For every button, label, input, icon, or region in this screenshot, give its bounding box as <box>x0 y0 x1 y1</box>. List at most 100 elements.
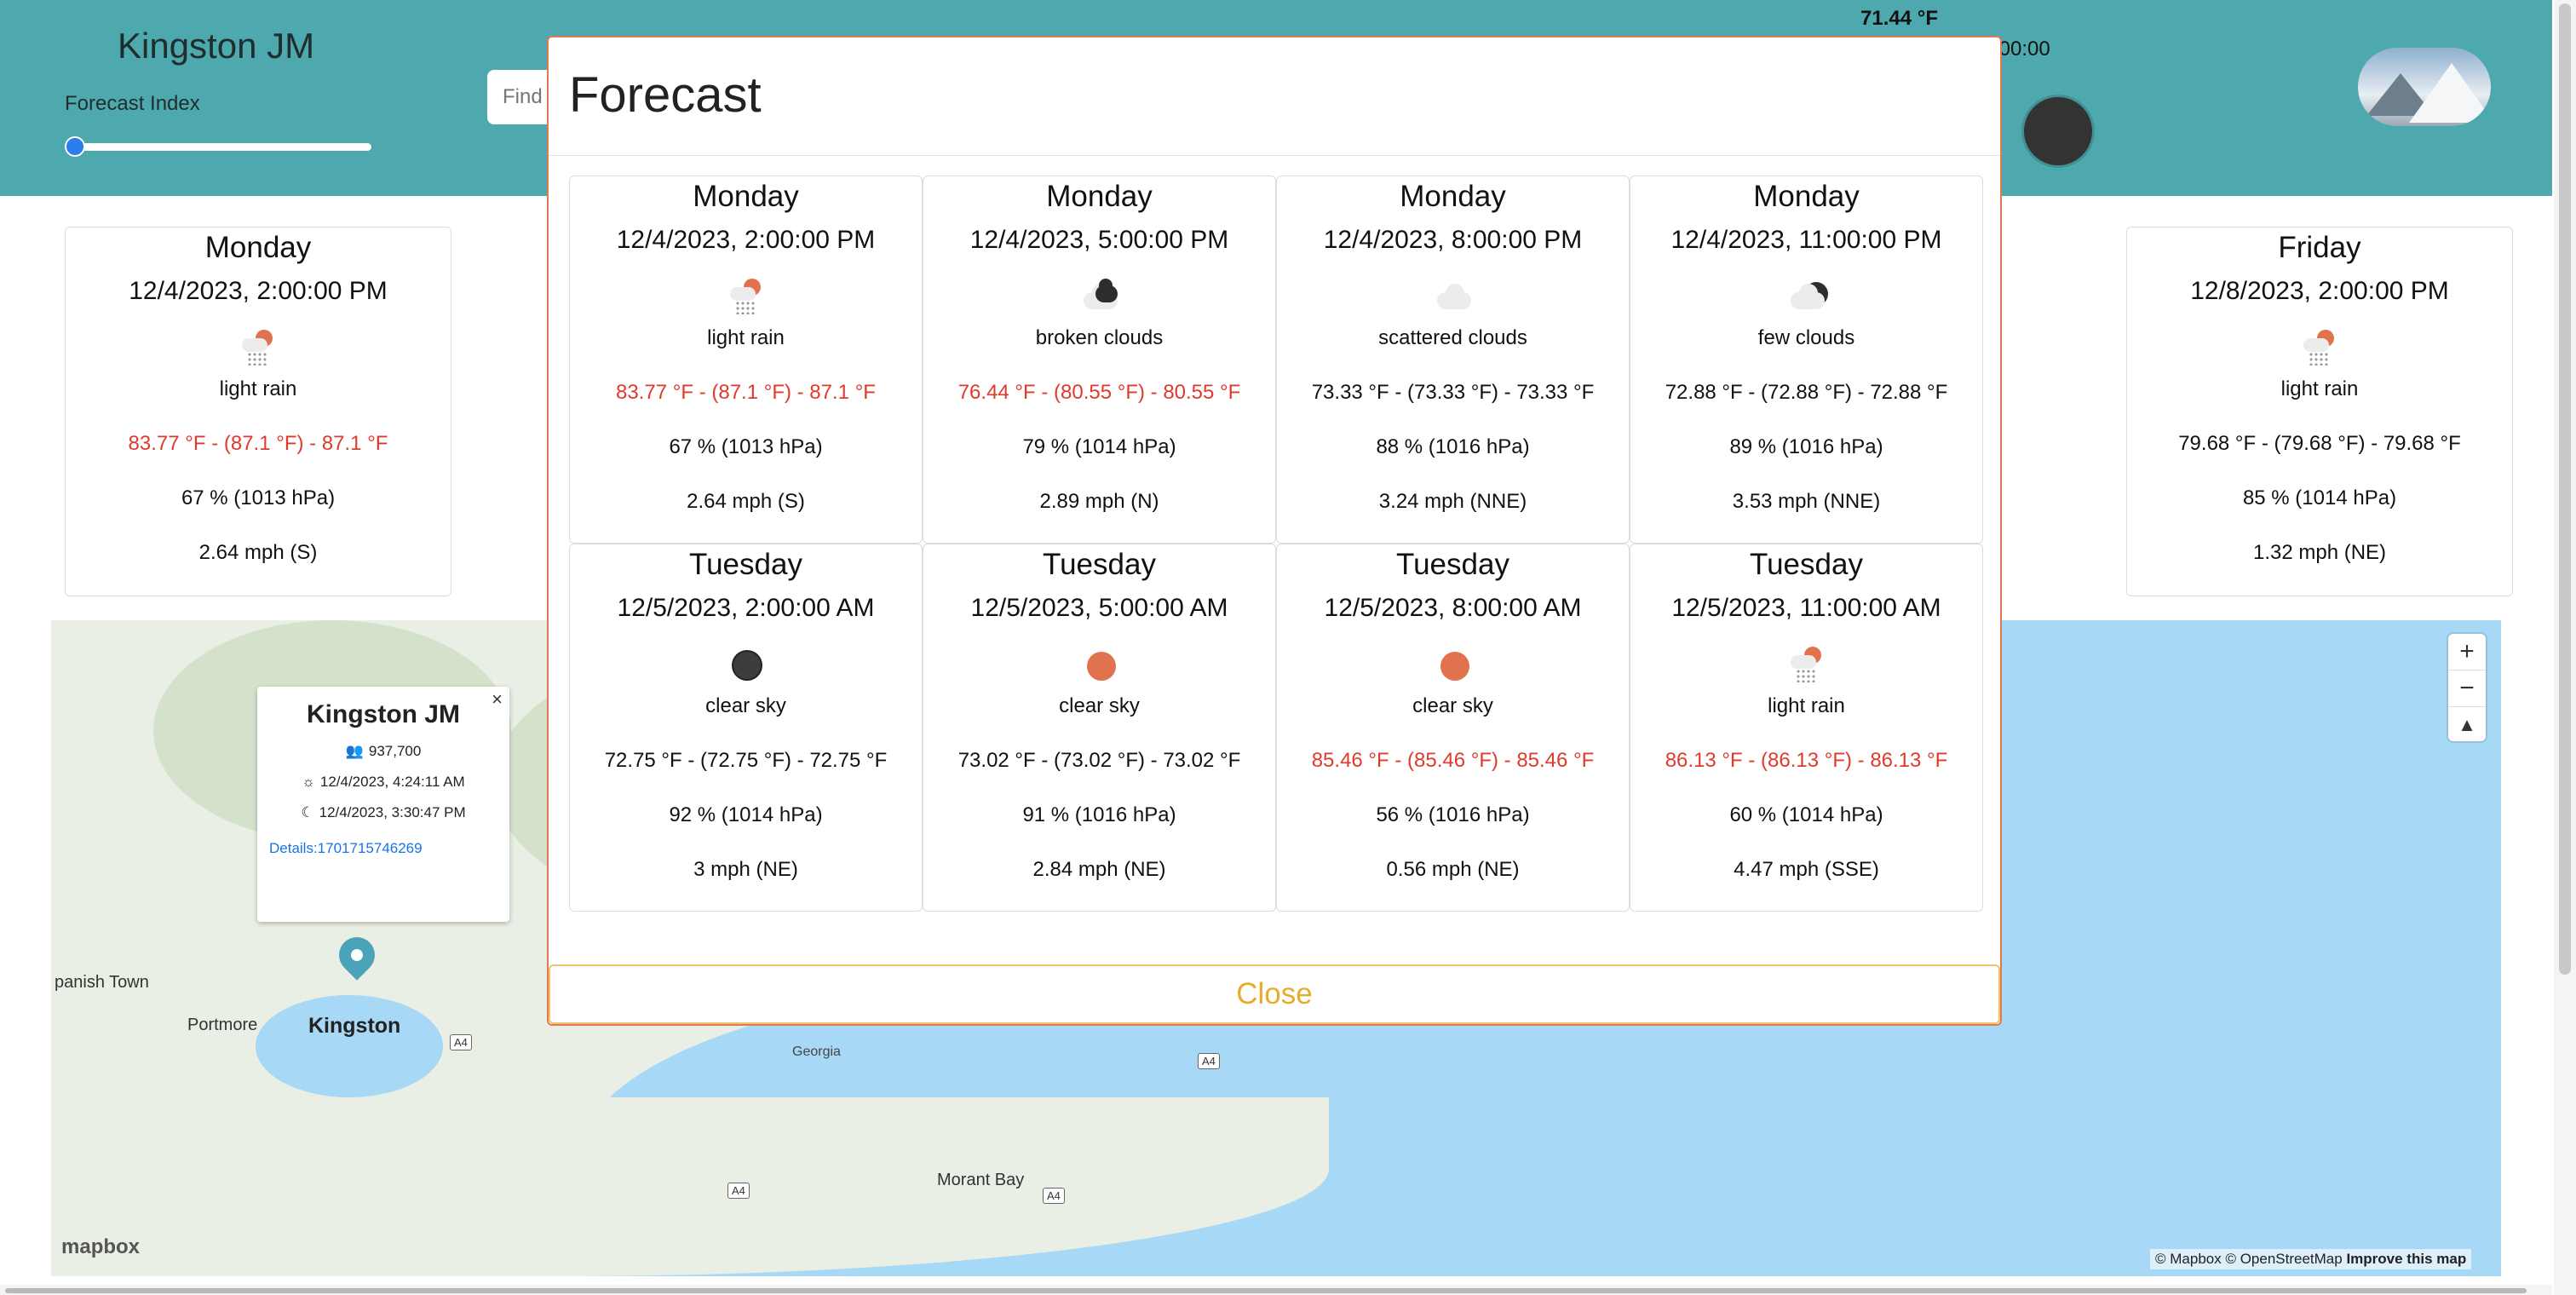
compass-button[interactable]: ▲ <box>2448 707 2486 743</box>
map-label-morant-bay: Morant Bay <box>937 1171 1025 1189</box>
light-rain-icon <box>723 273 769 319</box>
city-popup: × Kingston JM 👥 937,700 ☼ 12/4/2023, 4:2… <box>257 687 509 922</box>
forecast-description: light rain <box>1768 694 1845 717</box>
forecast-card: Tuesday 12/5/2023, 5:00:00 AM clear sky … <box>923 544 1276 912</box>
forecast-index-slider[interactable] <box>68 143 371 151</box>
forecast-humidity: 79 % (1014 hPa) <box>1022 435 1176 458</box>
forecast-wind: 2.64 mph (S) <box>198 541 318 564</box>
forecast-datetime: 12/5/2023, 11:00:00 AM <box>1671 594 1941 622</box>
forecast-description: clear sky <box>1059 694 1140 717</box>
forecast-temperature: 72.88 °F - (72.88 °F) - 72.88 °F <box>1665 381 1948 404</box>
forecast-description: light rain <box>2280 377 2359 400</box>
slider-thumb[interactable] <box>65 136 85 157</box>
sunrise-value: 12/4/2023, 4:24:11 AM <box>319 774 465 790</box>
map-label-kingston: Kingston <box>308 1014 401 1038</box>
forecast-description: few clouds <box>1757 326 1855 349</box>
forecast-modal: Forecast Monday 12/4/2023, 2:00:00 PM li… <box>547 36 2002 1026</box>
forecast-day: Tuesday <box>689 548 802 581</box>
forecast-wind: 3 mph (NE) <box>693 858 798 881</box>
forecast-card: Monday 12/4/2023, 2:00:00 PM light rain … <box>569 176 923 544</box>
sun-icon: ☼ <box>302 774 315 790</box>
forecast-humidity: 60 % (1014 hPa) <box>1729 803 1883 826</box>
forecast-temperature: 72.75 °F - (72.75 °F) - 72.75 °F <box>604 749 888 772</box>
road-badge: A4 <box>1198 1053 1220 1069</box>
few-clouds-icon <box>1784 273 1830 319</box>
forecast-temperature: 73.33 °F - (73.33 °F) - 73.33 °F <box>1311 381 1595 404</box>
forecast-description: clear sky <box>705 694 786 717</box>
people-icon: 👥 <box>345 743 364 759</box>
forecast-humidity: 67 % (1013 hPa) <box>181 486 336 509</box>
kingston-harbour <box>256 995 443 1097</box>
forecast-day: Monday <box>693 180 799 213</box>
forecast-temperature: 73.02 °F - (73.02 °F) - 73.02 °F <box>957 749 1241 772</box>
forecast-wind: 2.64 mph (S) <box>687 490 805 513</box>
forecast-temperature: 85.46 °F - (85.46 °F) - 85.46 °F <box>1311 749 1595 772</box>
forecast-wind: 4.47 mph (SSE) <box>1734 858 1879 881</box>
forecast-humidity: 92 % (1014 hPa) <box>669 803 823 826</box>
map-label-spanish-town: panish Town <box>55 973 149 992</box>
forecast-humidity: 56 % (1016 hPa) <box>1376 803 1530 826</box>
improve-map-link[interactable]: Improve this map <box>2346 1251 2466 1267</box>
forecast-day: Monday <box>204 231 312 264</box>
horizontal-scroll-thumb[interactable] <box>5 1288 2527 1293</box>
popup-title: Kingston JM <box>307 700 460 728</box>
forecast-description: light rain <box>219 377 297 400</box>
city-title: Kingston JM <box>118 26 315 66</box>
forecast-temperature: 76.44 °F - (80.55 °F) - 80.55 °F <box>957 381 1241 404</box>
attribution-text[interactable]: © Mapbox © OpenStreetMap <box>2155 1251 2343 1267</box>
forecast-card: Monday 12/4/2023, 5:00:00 PM broken clou… <box>923 176 1276 544</box>
current-time: :00:00 <box>1993 37 2050 60</box>
forecast-card: Monday 12/4/2023, 2:00:00 PM light rain … <box>65 227 451 596</box>
forecast-card: Monday 12/4/2023, 8:00:00 PM scattered c… <box>1276 176 1630 544</box>
forecast-datetime: 12/5/2023, 8:00:00 AM <box>1324 594 1582 622</box>
forecast-humidity: 91 % (1016 hPa) <box>1022 803 1176 826</box>
broken-clouds-icon <box>1077 273 1123 319</box>
forecast-description: broken clouds <box>1035 326 1164 349</box>
forecast-humidity: 89 % (1016 hPa) <box>1729 435 1883 458</box>
forecast-card: Tuesday 12/5/2023, 11:00:00 AM light rai… <box>1630 544 1983 912</box>
forecast-datetime: 12/5/2023, 2:00:00 AM <box>617 594 875 622</box>
forecast-humidity: 88 % (1016 hPa) <box>1376 435 1530 458</box>
clear-day-icon <box>1430 642 1476 688</box>
forecast-datetime: 12/4/2023, 11:00:00 PM <box>1670 226 1942 254</box>
forecast-datetime: 12/4/2023, 5:00:00 PM <box>969 226 1229 254</box>
popup-close-button[interactable]: × <box>492 688 503 711</box>
forecast-card: Tuesday 12/5/2023, 2:00:00 AM clear sky … <box>569 544 923 912</box>
close-button[interactable]: Close <box>549 964 2000 1024</box>
mapbox-logo[interactable]: mapbox <box>61 1235 140 1259</box>
zoom-out-button[interactable]: − <box>2448 671 2486 707</box>
details-link[interactable]: Details:1701715746269 <box>269 840 509 857</box>
forecast-datetime: 12/4/2023, 2:00:00 PM <box>129 277 388 305</box>
forecast-day: Tuesday <box>1750 548 1863 581</box>
zoom-in-button[interactable]: + <box>2448 634 2486 671</box>
forecast-card: Monday 12/4/2023, 11:00:00 PM few clouds… <box>1630 176 1983 544</box>
sunset-row: ☾ 12/4/2023, 3:30:47 PM <box>257 804 509 821</box>
forecast-day: Monday <box>1046 180 1153 213</box>
forecast-day: Tuesday <box>1043 548 1156 581</box>
forecast-day: Monday <box>1753 180 1860 213</box>
forecast-humidity: 85 % (1014 hPa) <box>2242 486 2397 509</box>
forecast-card: Friday 12/8/2023, 2:00:00 PM light rain … <box>2126 227 2513 596</box>
theme-toggle-button[interactable] <box>2024 97 2092 165</box>
population-row: 👥 937,700 <box>257 743 509 760</box>
map-label-georgia: Georgia <box>792 1045 841 1059</box>
moon-icon: ☾ <box>301 804 314 820</box>
modal-divider <box>549 155 2000 156</box>
modal-title: Forecast <box>569 67 762 123</box>
pin-center <box>351 949 363 961</box>
forecast-day: Friday <box>2278 231 2361 264</box>
vertical-scroll-thumb[interactable] <box>2559 3 2571 975</box>
forecast-index-label: Forecast Index <box>65 92 200 115</box>
forecast-wind: 2.89 mph (N) <box>1039 490 1159 513</box>
map-zoom-controls: + − ▲ <box>2448 634 2486 741</box>
forecast-card: Tuesday 12/5/2023, 8:00:00 AM clear sky … <box>1276 544 1630 912</box>
forecast-temperature: 83.77 °F - (87.1 °F) - 87.1 °F <box>616 381 876 404</box>
road-badge: A4 <box>1043 1188 1065 1204</box>
road-badge: A4 <box>727 1183 750 1199</box>
light-rain-icon <box>2297 325 2343 371</box>
forecast-datetime: 12/5/2023, 5:00:00 AM <box>970 594 1228 622</box>
forecast-temperature: 86.13 °F - (86.13 °F) - 86.13 °F <box>1665 749 1948 772</box>
forecast-wind: 0.56 mph (NE) <box>1386 858 1520 881</box>
forecast-wind: 3.53 mph (NNE) <box>1732 490 1881 513</box>
forecast-wind: 2.84 mph (NE) <box>1032 858 1166 881</box>
